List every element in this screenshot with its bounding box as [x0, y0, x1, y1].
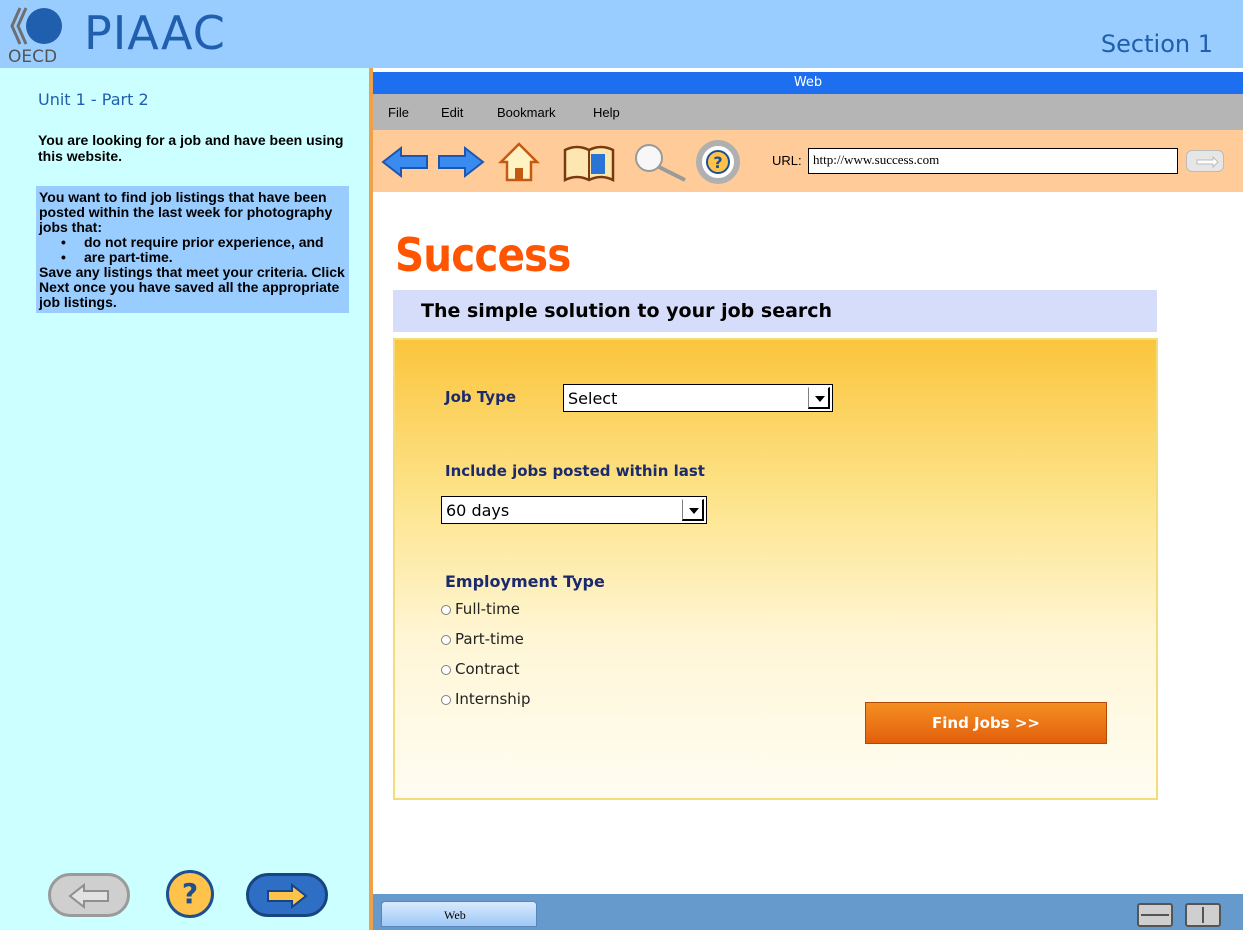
radio-label: Full-time	[455, 600, 520, 618]
task-panel: Unit 1 - Part 2 You are looking for a jo…	[0, 68, 372, 930]
posted-within-label: Include jobs posted within last	[445, 462, 705, 480]
search-magnifier-icon[interactable]	[629, 140, 689, 184]
radio-label: Part-time	[455, 630, 524, 648]
chevron-down-icon[interactable]	[682, 499, 704, 521]
task-bullet: are part-time.	[39, 250, 346, 266]
site-logo: Success	[395, 228, 571, 282]
go-arrow-icon	[1196, 155, 1219, 169]
next-button[interactable]	[246, 873, 328, 917]
site-tagline: The simple solution to your job search	[421, 300, 833, 322]
task-bullets: do not require prior experience, and are…	[39, 235, 346, 266]
url-label: URL:	[772, 153, 802, 168]
help-lifebuoy-icon[interactable]: ?	[695, 140, 741, 184]
menu-edit[interactable]: Edit	[441, 105, 463, 120]
radio-label: Internship	[455, 690, 531, 708]
back-button[interactable]	[48, 873, 130, 917]
help-button[interactable]: ?	[166, 870, 214, 918]
web-page: Success The simple solution to your job …	[373, 192, 1243, 894]
unit-title: Unit 1 - Part 2	[38, 90, 149, 109]
radio-button[interactable]	[441, 665, 451, 675]
job-search-form: Job Type Select Include jobs posted with…	[393, 338, 1158, 800]
bookmark-book-icon[interactable]	[561, 140, 617, 184]
navigation-buttons: ?	[48, 868, 338, 922]
task-instructions: You want to find job listings that have …	[36, 186, 349, 313]
chevron-down-icon[interactable]	[808, 387, 830, 409]
oecd-logo-icon: OECD	[8, 7, 62, 64]
go-button[interactable]	[1186, 150, 1224, 172]
section-label: Section 1	[1100, 30, 1213, 58]
single-pane-layout-icon[interactable]	[1137, 903, 1173, 927]
find-jobs-button[interactable]: Find Jobs >>	[865, 702, 1107, 744]
menu-help[interactable]: Help	[593, 105, 620, 120]
app-header: OECD PIAAC Section 1	[0, 0, 1243, 68]
oecd-logo-text: OECD	[8, 47, 57, 64]
job-type-select[interactable]: Select	[563, 384, 833, 412]
browser-titlebar: Web	[373, 72, 1243, 94]
radio-button[interactable]	[441, 695, 451, 705]
brand-title: PIAAC	[84, 6, 226, 60]
employment-type-label: Employment Type	[445, 572, 605, 591]
browser-window: Web File Edit Bookmark Help ? URL: http:…	[373, 68, 1243, 930]
job-type-value: Select	[568, 389, 618, 408]
forward-arrow-icon[interactable]	[437, 140, 485, 184]
browser-toolbar: ? URL: http://www.success.com	[373, 130, 1243, 192]
task-intro: You are looking for a job and have been …	[38, 132, 344, 164]
taskbar-tab-web[interactable]: Web	[381, 901, 537, 927]
browser-taskbar: Web	[373, 894, 1243, 930]
task-closing: Save any listings that meet your criteri…	[39, 264, 345, 310]
posted-within-select[interactable]: 60 days	[441, 496, 707, 524]
url-input[interactable]: http://www.success.com	[808, 148, 1178, 174]
tagline-bar: The simple solution to your job search	[393, 290, 1157, 332]
home-icon[interactable]	[497, 140, 541, 184]
menu-file[interactable]: File	[388, 105, 409, 120]
job-type-label: Job Type	[445, 388, 516, 406]
back-arrow-icon[interactable]	[381, 140, 429, 184]
svg-text:?: ?	[713, 153, 722, 172]
next-arrow-icon	[267, 883, 308, 909]
radio-label: Contract	[455, 660, 520, 678]
back-arrow-icon	[68, 883, 109, 909]
radio-button[interactable]	[441, 635, 451, 645]
radio-button[interactable]	[441, 605, 451, 615]
task-line: You want to find job listings that have …	[39, 189, 333, 235]
posted-within-value: 60 days	[446, 501, 510, 520]
menu-bookmark[interactable]: Bookmark	[497, 105, 556, 120]
task-bullet: do not require prior experience, and	[39, 235, 346, 251]
split-pane-layout-icon[interactable]	[1185, 903, 1221, 927]
menu-bar: File Edit Bookmark Help	[373, 94, 1243, 130]
